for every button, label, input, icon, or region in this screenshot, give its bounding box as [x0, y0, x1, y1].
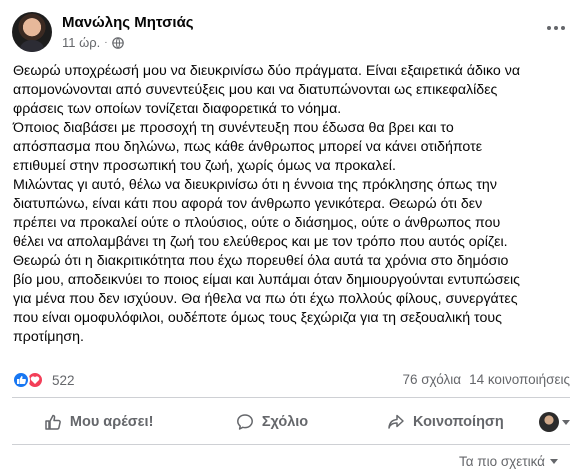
post-meta: 11 ώρ. · — [62, 35, 124, 50]
shares-count-link[interactable]: 14 κοινοποιήσεις — [469, 372, 570, 387]
post-time[interactable]: 11 ώρ. — [62, 35, 100, 50]
post-text-line: Μιλώντας γι αυτό, θέλω να διευκρινίσω ότ… — [13, 177, 497, 193]
share-as-selector[interactable] — [532, 412, 570, 432]
action-bar: Μου αρέσει! Σχόλιο Κοινοποίηση — [12, 404, 570, 440]
comment-sort-label: Τα πιο σχετικά — [458, 454, 545, 469]
comments-count-link[interactable]: 76 σχόλια — [402, 372, 461, 387]
comment-sort-dropdown[interactable]: Τα πιο σχετικά — [459, 454, 558, 469]
author-name[interactable]: Μανώλης Μητσιάς — [62, 14, 194, 31]
thumbs-up-icon — [45, 414, 61, 430]
facebook-post: Μανώλης Μητσιάς 11 ώρ. · Θεωρώ υποχρέωσή… — [0, 0, 582, 475]
meta-separator: · — [104, 37, 108, 48]
comment-bubble-icon — [236, 414, 253, 430]
post-text-line: προτίμηση. — [13, 329, 84, 345]
post-text-line: για μένα που δεν ισχύουν. Θα ήθελα να πω… — [13, 291, 518, 307]
post-header: Μανώλης Μητσιάς 11 ώρ. · — [12, 10, 570, 54]
divider — [12, 397, 570, 398]
chevron-down-icon — [561, 419, 570, 425]
author-avatar[interactable] — [12, 12, 52, 52]
chevron-down-icon — [550, 459, 558, 464]
divider — [12, 444, 570, 445]
like-button-label: Μου αρέσει! — [69, 414, 154, 430]
share-button-label: Κοινοποίηση — [412, 414, 504, 430]
share-button[interactable]: Κοινοποίηση — [359, 404, 532, 440]
post-text-line: βίο μου, αποδεικνύει το ποιος είμαι και … — [13, 272, 520, 288]
post-stats-right: 76 σχόλια 14 κοινοποιήσεις — [402, 372, 570, 387]
post-text-line: Όποιος διαβάσει με προσοχή τη συνέντευξη… — [13, 120, 454, 136]
reactions-count: 522 — [52, 372, 75, 388]
globe-icon[interactable] — [111, 36, 124, 49]
post-text-line: Θεωρώ ότι η διακριτικότητα που έχω πορευ… — [13, 253, 509, 269]
post-text-line: που είναι ομοφυλόφιλοι, ουδέποτε όμως το… — [13, 310, 502, 326]
post-text-line: απομονώνονται από συνεντεύξεις μου και ν… — [13, 82, 498, 98]
share-arrow-icon — [388, 414, 404, 429]
post-text-line: φράσεις των οποίων τονίζεται διαφορετικά… — [13, 101, 342, 117]
reactions-summary[interactable]: 522 — [12, 371, 75, 389]
post-text-line: θέλει να απολαμβάνει τη ζωή του ελεύθερο… — [13, 234, 508, 250]
post-stats: 522 76 σχόλια 14 κοινοποιήσεις — [12, 369, 570, 391]
more-horizontal-icon[interactable] — [542, 18, 570, 38]
comment-button[interactable]: Σχόλιο — [185, 404, 358, 440]
comment-button-label: Σχόλιο — [261, 414, 309, 430]
post-text-line: απόσπασμα που δηλώνω, πως κάθε άνθρωπος … — [13, 139, 483, 155]
post-body: Θεωρώ υποχρέωσή μου να διευκρινίσω δύο π… — [13, 62, 571, 347]
post-text-line: διατυπώνω, είναι κάτι που αφορά τον άνθρ… — [13, 196, 483, 212]
post-text-line: πρέπει να προκαλεί ούτε ο πλούσιος, ούτε… — [13, 215, 501, 231]
like-button[interactable]: Μου αρέσει! — [12, 404, 185, 440]
post-text-line: Θεωρώ υποχρέωσή μου να διευκρινίσω δύο π… — [13, 63, 521, 79]
post-text-line: επιθυμεί στην προσωπική του ζωή, χωρίς ό… — [13, 158, 396, 174]
like-reaction-icon — [12, 371, 30, 389]
user-avatar — [538, 412, 559, 432]
